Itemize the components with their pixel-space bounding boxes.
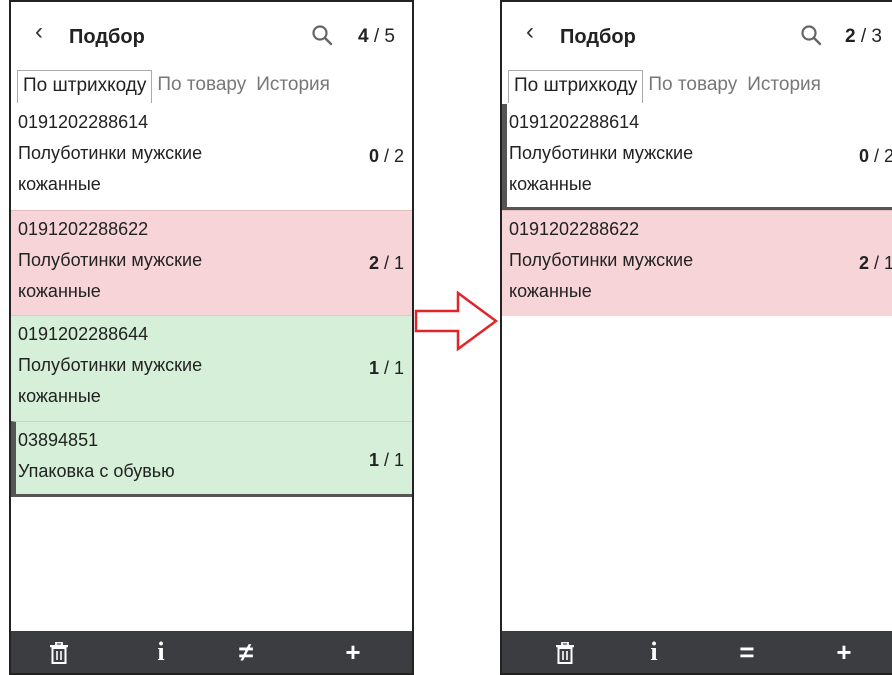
info-icon[interactable]: i [141,631,181,673]
tab-history[interactable]: История [251,70,335,102]
app-header: ‹ Подбор 2 / 3 [502,2,892,64]
item-quantity: 2 / 1 [858,253,892,273]
list-item[interactable]: 0191202288614 Полуботинки мужские кожанн… [502,104,892,210]
back-icon[interactable]: ‹ [35,20,43,44]
item-name: Полуботинки мужские кожанные [18,250,203,301]
tab-history[interactable]: История [742,70,826,102]
bottom-toolbar: i ≠ + [11,631,412,673]
progress-counter: 2 / 3 [845,26,882,47]
item-quantity: 1 / 1 [368,450,404,470]
item-quantity: 1 / 1 [368,358,404,378]
tab-barcode[interactable]: По штрихкоду [508,70,644,103]
tab-barcode[interactable]: По штрихкоду [17,70,153,103]
search-icon[interactable] [311,24,333,46]
not-equal-icon[interactable]: ≠ [226,631,266,673]
item-name: Полуботинки мужские кожанные [18,355,203,406]
page-title: Подбор [560,26,636,48]
trash-icon[interactable] [49,642,69,664]
item-list: 0191202288614 Полуботинки мужские кожанн… [11,104,412,497]
bottom-toolbar: i = + [502,631,892,673]
list-item[interactable]: 0191202288614 Полуботинки мужские кожанн… [11,104,412,210]
item-barcode: 0191202288614 [18,112,149,132]
list-item[interactable]: 03894851 Упаковка с обувью 1 / 1 [11,421,412,497]
item-list: 0191202288614 Полуботинки мужские кожанн… [502,104,892,316]
item-quantity: 2 / 1 [368,253,404,273]
info-icon[interactable]: i [634,631,674,673]
search-icon[interactable] [800,24,822,46]
item-barcode: 0191202288644 [18,324,149,344]
app-header: ‹ Подбор 4 / 5 [11,2,412,64]
equal-icon[interactable]: = [727,631,767,673]
item-barcode: 0191202288614 [509,112,640,132]
screen-after: ‹ Подбор 2 / 3 По штрихкоду По товару Ис… [500,0,892,675]
item-barcode: 0191202288622 [18,219,149,239]
tab-bar: По штрихкоду По товару История [17,70,335,103]
add-icon[interactable]: + [824,631,864,673]
list-item[interactable]: 0191202288644 Полуботинки мужские кожанн… [11,315,412,421]
screen-before: ‹ Подбор 4 / 5 По штрихкоду По товару Ис… [9,0,414,675]
item-barcode: 03894851 [18,430,99,450]
item-name: Упаковка с обувью [18,461,175,481]
back-icon[interactable]: ‹ [526,20,534,44]
tab-product[interactable]: По товару [152,70,251,102]
list-item[interactable]: 0191202288622 Полуботинки мужские кожанн… [502,210,892,316]
add-icon[interactable]: + [333,631,373,673]
tab-bar: По штрихкоду По товару История [508,70,826,103]
item-quantity: 0 / 2 [858,146,892,166]
list-item[interactable]: 0191202288622 Полуботинки мужские кожанн… [11,210,412,315]
transition-arrow-icon [414,290,499,352]
item-name: Полуботинки мужские кожанные [509,250,694,301]
tab-product[interactable]: По товару [643,70,742,102]
item-barcode: 0191202288622 [509,219,640,239]
item-name: Полуботинки мужские кожанные [509,143,694,194]
progress-counter: 4 / 5 [358,26,395,47]
item-name: Полуботинки мужские кожанные [18,143,203,194]
item-quantity: 0 / 2 [368,146,404,166]
page-title: Подбор [69,26,145,48]
trash-icon[interactable] [555,642,575,664]
